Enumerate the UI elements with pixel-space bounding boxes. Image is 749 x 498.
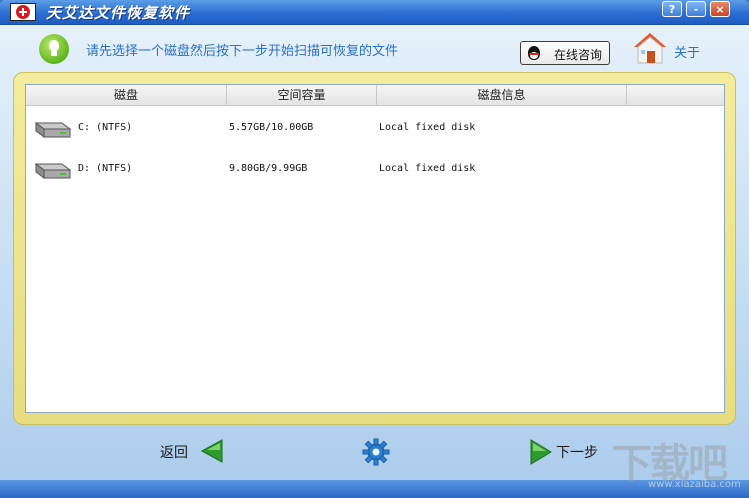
- qq-penguin-icon: [527, 45, 541, 61]
- gear-icon[interactable]: [362, 438, 390, 466]
- next-step-button[interactable]: 下一步: [527, 436, 607, 468]
- title-bar[interactable]: 天艾达文件恢复软件 ? - ×: [0, 0, 749, 25]
- column-header-disk[interactable]: 磁盘: [26, 85, 227, 105]
- consult-button-label: 在线咨询: [554, 48, 603, 62]
- disk-info: Local fixed disk: [379, 122, 476, 133]
- watermark: 下载吧 www.xiazaiba.com: [612, 431, 742, 495]
- app-logo-icon: [10, 3, 36, 21]
- arrow-left-icon: [200, 439, 223, 463]
- disk-name: C: (NTFS): [78, 122, 133, 133]
- disk-name: D: (NTFS): [78, 163, 133, 174]
- about-link[interactable]: 关于: [674, 42, 700, 61]
- table-header: 磁盘 空间容量 磁盘信息: [26, 85, 724, 106]
- watermark-url: www.xiazaiba.com: [648, 479, 741, 490]
- table-row[interactable]: C: (NTFS) 5.57GB/10.00GB Local fixed dis…: [26, 107, 724, 147]
- close-button[interactable]: ×: [710, 1, 730, 17]
- lightbulb-icon: [39, 34, 69, 64]
- back-button[interactable]: 返回: [156, 436, 228, 468]
- home-icon[interactable]: [632, 31, 668, 65]
- column-header-space[interactable]: 空间容量: [227, 85, 377, 105]
- column-header-info[interactable]: 磁盘信息: [377, 85, 627, 105]
- table-row[interactable]: D: (NTFS) 9.80GB/9.99GB Local fixed disk: [26, 148, 724, 188]
- arrow-right-icon: [530, 439, 552, 465]
- disk-space: 5.57GB/10.00GB: [229, 122, 314, 133]
- window-title: 天艾达文件恢复软件: [46, 4, 191, 22]
- back-button-label: 返回: [160, 445, 188, 461]
- minimize-button[interactable]: -: [686, 1, 706, 17]
- hard-drive-icon: [34, 163, 72, 179]
- disk-info: Local fixed disk: [379, 163, 476, 174]
- instruction-text: 请先选择一个磁盘然后按下一步开始扫描可恢复的文件: [86, 44, 399, 59]
- column-header-empty[interactable]: [627, 85, 724, 105]
- app-window: 天艾达文件恢复软件 ? - × 请先选择一个磁盘然后按下一步开始扫描可恢复的文件…: [0, 0, 749, 498]
- hard-drive-icon: [34, 122, 72, 138]
- disk-space: 9.80GB/9.99GB: [229, 163, 308, 174]
- help-button[interactable]: ?: [662, 1, 682, 17]
- disk-list-panel: 磁盘 空间容量 磁盘信息 C: (NTFS) 5.57GB/10.00GB Lo…: [25, 84, 725, 413]
- next-button-label: 下一步: [556, 445, 598, 461]
- online-consult-button[interactable]: 在线咨询: [520, 41, 610, 65]
